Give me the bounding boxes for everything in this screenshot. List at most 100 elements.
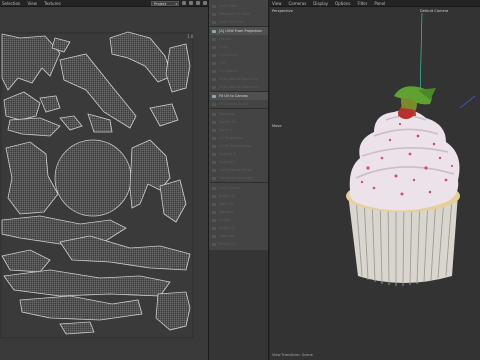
command-icon	[212, 144, 216, 148]
fit-icon	[212, 94, 216, 98]
menu-item-pack-bounding[interactable]: Pack Islands Bounding	[210, 75, 268, 83]
menu-view[interactable]: View	[27, 1, 37, 6]
move-axis-y[interactable]	[419, 12, 423, 99]
command-icon	[212, 218, 216, 222]
menu-item-label: Relocate UV Area	[219, 12, 250, 16]
menu-item-label: Weld UV	[219, 202, 234, 206]
menu-item-relocate-uv[interactable]: Relocate UV Area	[210, 10, 268, 18]
menu-item-uvw-from-projection[interactable]: [A] UVW From Projection	[210, 27, 268, 35]
menu-item-label: Break UV	[219, 194, 236, 198]
menu-item-unfold[interactable]: Unfold	[210, 216, 268, 224]
menu-item-label: Equalize	[219, 210, 234, 214]
menu-item-grid-layout[interactable]: Grid Layout	[210, 184, 268, 192]
command-icon	[212, 69, 216, 73]
uv-commands-menu: Sew Edges Relocate UV Area Scale UV Area…	[208, 0, 269, 360]
command-icon	[212, 45, 216, 49]
3d-viewport[interactable]: View Cameras Display Options Filter Pane…	[270, 0, 480, 360]
uv-island	[59, 321, 95, 335]
command-icon	[212, 53, 216, 57]
command-icon	[212, 37, 216, 41]
menu-item-uv-islands[interactable]: UV Islands	[210, 67, 268, 75]
command-icon	[212, 136, 216, 140]
menu-item-align-y[interactable]: Align to Y	[210, 158, 268, 166]
project-dropdown[interactable]: Project ▾	[151, 1, 179, 6]
menu-item-align-x[interactable]: Align to X	[210, 150, 268, 158]
menu-item-break-uv[interactable]: Break UV	[210, 192, 268, 200]
command-icon	[212, 102, 216, 106]
uv-canvas[interactable]: 1.0	[0, 8, 208, 360]
menu-item-rectangularize[interactable]: UV Rectangularize	[210, 142, 268, 150]
menu-item-label: Shear UV	[219, 226, 236, 230]
vp-menu-panel[interactable]: Panel	[374, 1, 385, 6]
command-icon	[212, 186, 216, 190]
menu-item-label: Rotate 90	[219, 120, 237, 124]
menu-selection[interactable]: Selection	[2, 1, 20, 6]
command-icon	[212, 112, 216, 116]
uv-island	[165, 43, 191, 93]
menu-item-label: Pack Islands Geometry	[219, 85, 259, 89]
menu-item-pack-geometry[interactable]: Pack Islands Geometry	[210, 83, 268, 91]
projection-icon	[212, 29, 216, 33]
command-icon	[212, 210, 216, 214]
menu-item-sew-edges[interactable]: Sew Edges	[210, 2, 268, 10]
menu-item-label: Optimize	[219, 234, 235, 238]
mesh-icon[interactable]	[182, 1, 186, 5]
command-icon	[212, 61, 216, 65]
command-icon	[212, 120, 216, 124]
command-icon	[212, 242, 216, 246]
view-transform-status: View Transform: Scene	[272, 353, 313, 357]
menu-textures[interactable]: Textures	[44, 1, 61, 6]
command-icon	[212, 152, 216, 156]
menu-item-straighten[interactable]: UV Straighten	[210, 134, 268, 142]
command-icon	[212, 194, 216, 198]
menu-item-label: Scale UV Area	[219, 20, 244, 24]
menu-item-reset[interactable]: Reset UV	[210, 240, 268, 248]
menu-item-label: Distribute to Width	[219, 168, 253, 172]
menu-item-shear[interactable]: Shear UV	[210, 224, 268, 232]
cupcake-model	[346, 86, 460, 287]
command-icon	[212, 226, 216, 230]
settings-icon[interactable]	[203, 1, 207, 5]
vp-menu-cameras[interactable]: Cameras	[289, 1, 307, 6]
layout-icon[interactable]	[196, 1, 200, 5]
menu-item-relaxing[interactable]: Relaxing	[210, 110, 268, 118]
menu-item-rotate[interactable]: Rotate 90	[210, 118, 268, 126]
menu-item-frontal[interactable]: Frontal	[210, 35, 268, 43]
vp-menu-options[interactable]: Options	[335, 1, 350, 6]
menu-item-label: Pack Islands Bounding	[219, 77, 259, 81]
menu-item-label: Cubic	[219, 45, 229, 49]
command-icon	[212, 20, 216, 24]
menu-divider	[210, 182, 268, 183]
menu-item-label: UV Straighten	[219, 136, 244, 140]
menu-item-label: Distribute to Height	[219, 176, 254, 180]
vp-menu-view[interactable]: View	[272, 1, 282, 6]
menu-item-label: Align to X	[219, 152, 236, 156]
grid-icon[interactable]	[189, 1, 193, 5]
menu-item-fit-canvas-to-uv[interactable]: Fit Canvas to UV	[210, 100, 268, 108]
menu-item-label: [A] UVW From Projection	[219, 29, 262, 33]
command-icon	[212, 4, 216, 8]
menu-item-label: UV Rectangularize	[219, 144, 252, 148]
menu-item-scale-uv[interactable]: Scale UV Area	[210, 18, 268, 26]
move-axis-z[interactable]	[459, 95, 476, 109]
menu-item-cubic[interactable]: Cubic	[210, 43, 268, 51]
command-icon	[212, 128, 216, 132]
vp-menu-filter[interactable]: Filter	[357, 1, 367, 6]
uv-editor-panel[interactable]: Selection View Textures Project ▾ 1.0	[0, 0, 208, 360]
menu-item-equalize[interactable]: Equalize	[210, 208, 268, 216]
menu-item-cylindrical[interactable]: Cylindrical	[210, 51, 268, 59]
viewport-canvas[interactable]	[270, 8, 480, 353]
viewport-menu-bar: View Cameras Display Options Filter Pane…	[270, 0, 480, 7]
menu-item-label: Frontal	[219, 37, 231, 41]
command-icon	[212, 202, 216, 206]
menu-item-distribute-width[interactable]: Distribute to Width	[210, 166, 268, 174]
menu-item-mirror[interactable]: Mirror X	[210, 126, 268, 134]
menu-item-fit-uv-to-canvas[interactable]: Fit UV to Canvas	[210, 92, 268, 100]
menu-item-flat[interactable]: Flat	[210, 59, 268, 67]
menu-item-weld-uv[interactable]: Weld UV	[210, 200, 268, 208]
menu-item-optimize[interactable]: Optimize	[210, 232, 268, 240]
vp-menu-display[interactable]: Display	[313, 1, 328, 6]
menu-item-distribute-height[interactable]: Distribute to Height	[210, 174, 268, 182]
menu-divider	[210, 108, 268, 109]
menu-item-label: Grid Layout	[219, 186, 240, 190]
